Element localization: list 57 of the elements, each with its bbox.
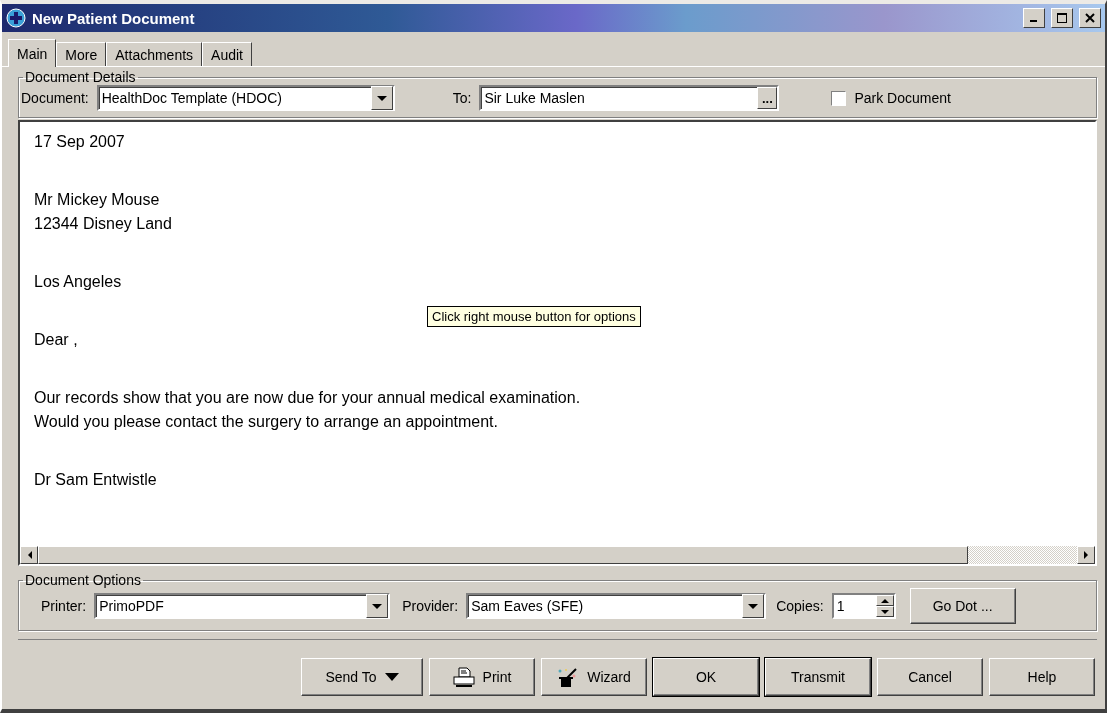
window-title: New Patient Document bbox=[32, 9, 196, 27]
tab[interactable]: Attachments bbox=[106, 42, 203, 66]
dialog-button[interactable]: Transmit bbox=[765, 658, 871, 696]
close-button[interactable] bbox=[1079, 8, 1101, 28]
field-label: Provider: bbox=[402, 598, 459, 614]
maximize-icon bbox=[1057, 13, 1067, 23]
document-dropdown[interactable]: HealthDoc Template (HDOC) bbox=[96, 85, 395, 111]
checkbox[interactable] bbox=[831, 90, 847, 106]
copies-spinner[interactable]: 1 bbox=[831, 593, 896, 619]
arrow-left-icon bbox=[26, 551, 32, 559]
letter-text: Los Angeles bbox=[34, 272, 123, 292]
dialog-button[interactable]: Help bbox=[989, 658, 1095, 696]
tab[interactable]: Main bbox=[8, 39, 57, 67]
provider-dropdown[interactable]: Sam Eaves (SFE) bbox=[466, 593, 767, 619]
field-label: Printer: bbox=[41, 598, 87, 614]
scroll-left-button[interactable] bbox=[20, 546, 38, 564]
caret-down-icon bbox=[372, 603, 383, 609]
recipient-field[interactable]: Sir Luke Maslen ... bbox=[479, 85, 780, 111]
caret-down-icon bbox=[384, 673, 399, 681]
tab[interactable]: Audit bbox=[202, 42, 252, 66]
field-label: Copies: bbox=[776, 598, 824, 614]
letter-text: 17 Sep 2007 bbox=[34, 132, 126, 152]
tooltip: Click right mouse button for options bbox=[427, 306, 641, 327]
printer-dropdown[interactable]: PrimoPDF bbox=[94, 593, 391, 619]
letter-text: 12344 Disney Land bbox=[34, 214, 173, 234]
dialog-button[interactable]: Print bbox=[429, 658, 535, 696]
letter-text: Our records show that you are now due for your annual medical examination. bbox=[34, 388, 582, 408]
arrow-right-icon bbox=[1083, 551, 1089, 559]
dialog-button[interactable]: Wizard bbox=[541, 658, 647, 696]
tab[interactable]: More bbox=[56, 42, 107, 66]
checkbox-label: Park Document bbox=[854, 90, 951, 106]
caret-down-icon bbox=[880, 609, 889, 614]
caret-down-icon bbox=[376, 95, 387, 101]
letter-text: Would you please contact the surgery to arrange an appointment. bbox=[34, 412, 499, 432]
document-editor[interactable] bbox=[18, 120, 1097, 566]
dialog-button[interactable]: OK bbox=[653, 658, 759, 696]
dialog-button[interactable]: Send To bbox=[301, 658, 423, 696]
group-title: Document Details bbox=[24, 69, 137, 85]
caret-down-icon bbox=[748, 603, 759, 609]
maximize-button[interactable] bbox=[1051, 8, 1073, 28]
letter-text: Dear , bbox=[34, 330, 79, 350]
field-label: To: bbox=[452, 90, 472, 106]
caret-up-icon bbox=[880, 598, 889, 603]
scroll-right-button[interactable] bbox=[1077, 546, 1095, 564]
field-label: Document: bbox=[21, 90, 89, 106]
go-dot-button[interactable]: Go Dot ... bbox=[909, 588, 1016, 624]
close-icon bbox=[1085, 13, 1095, 23]
magic-hat-icon bbox=[557, 666, 580, 688]
letter-text: Mr Mickey Mouse bbox=[34, 190, 161, 210]
cross-logo-icon bbox=[6, 8, 26, 28]
browse-button[interactable]: ... bbox=[757, 87, 778, 109]
group-title: Document Options bbox=[24, 572, 142, 588]
scrollbar-thumb[interactable] bbox=[38, 546, 968, 564]
minimize-button[interactable] bbox=[1023, 8, 1045, 28]
dialog-button[interactable]: Cancel bbox=[877, 658, 983, 696]
letter-text: Dr Sam Entwistle bbox=[34, 470, 158, 490]
printer-icon bbox=[452, 667, 475, 687]
